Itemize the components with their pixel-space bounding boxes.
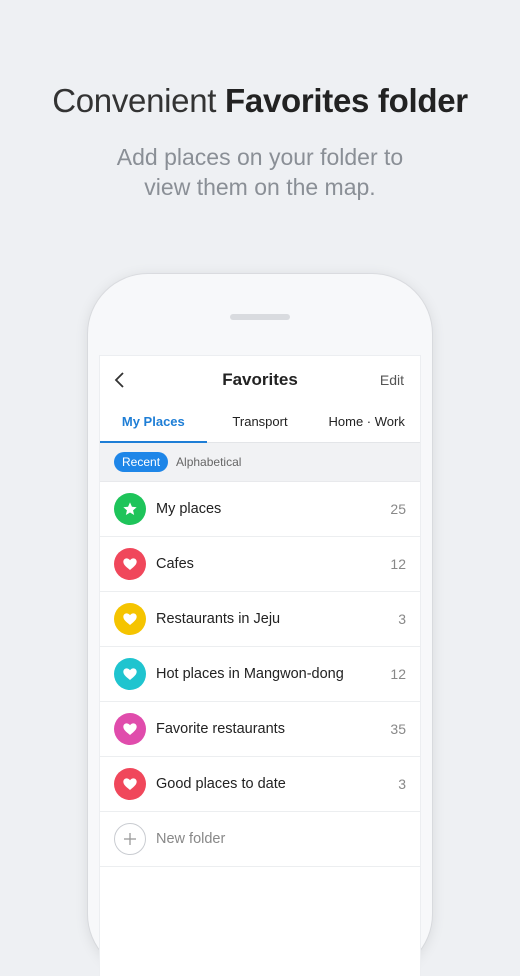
heart-icon bbox=[114, 768, 146, 800]
star-icon bbox=[114, 493, 146, 525]
folder-count: 3 bbox=[398, 611, 406, 627]
sort-recent-button[interactable]: Recent bbox=[114, 452, 169, 472]
folder-count: 12 bbox=[390, 666, 406, 682]
subline-line-1: Add places on your folder to bbox=[116, 144, 404, 170]
page-title: Favorites bbox=[222, 370, 298, 389]
navbar: Favorites Edit bbox=[100, 356, 420, 404]
new-folder-button[interactable]: New folder bbox=[100, 812, 420, 867]
heart-icon bbox=[114, 658, 146, 690]
subline-line-2: view them on the map. bbox=[144, 174, 376, 200]
headline-light: Convenient bbox=[52, 82, 226, 119]
heart-icon bbox=[114, 603, 146, 635]
tab-home-work[interactable]: Home · Work bbox=[313, 404, 420, 442]
promo-subline: Add places on your folder to view them o… bbox=[0, 142, 520, 202]
folder-count: 35 bbox=[390, 721, 406, 737]
folder-list: My places 25 Cafes 12 Restaurants in Jej… bbox=[100, 482, 420, 867]
folder-item[interactable]: Cafes 12 bbox=[100, 537, 420, 592]
folder-item[interactable]: Restaurants in Jeju 3 bbox=[100, 592, 420, 647]
folder-name: Good places to date bbox=[156, 776, 286, 792]
phone-screen: Favorites Edit My Places Transport Home … bbox=[100, 356, 420, 976]
tab-transport[interactable]: Transport bbox=[207, 404, 314, 442]
plus-icon bbox=[114, 823, 146, 855]
headline-bold: Favorites folder bbox=[225, 82, 468, 119]
folder-item[interactable]: Hot places in Mangwon-dong 12 bbox=[100, 647, 420, 702]
edit-button[interactable]: Edit bbox=[380, 372, 404, 388]
heart-icon bbox=[114, 548, 146, 580]
folder-count: 12 bbox=[390, 556, 406, 572]
folder-name: Hot places in Mangwon-dong bbox=[156, 666, 344, 682]
phone-speaker bbox=[230, 314, 290, 320]
promo-headline: Convenient Favorites folder bbox=[0, 82, 520, 120]
sort-bar: Recent Alphabetical bbox=[100, 443, 420, 482]
tab-bar: My Places Transport Home · Work bbox=[100, 404, 420, 443]
sort-alphabetical-button[interactable]: Alphabetical bbox=[176, 455, 241, 469]
folder-name: Cafes bbox=[156, 556, 194, 572]
folder-item[interactable]: Good places to date 3 bbox=[100, 757, 420, 812]
folder-item[interactable]: Favorite restaurants 35 bbox=[100, 702, 420, 757]
folder-count: 3 bbox=[398, 776, 406, 792]
folder-name: Restaurants in Jeju bbox=[156, 611, 281, 627]
tab-my-places[interactable]: My Places bbox=[100, 404, 207, 443]
new-folder-label: New folder bbox=[156, 831, 226, 847]
folder-name: Favorite restaurants bbox=[156, 721, 285, 737]
phone-frame: Favorites Edit My Places Transport Home … bbox=[88, 274, 432, 976]
heart-icon bbox=[114, 713, 146, 745]
folder-count: 25 bbox=[390, 501, 406, 517]
folder-item[interactable]: My places 25 bbox=[100, 482, 420, 537]
folder-name: My places bbox=[156, 501, 222, 517]
